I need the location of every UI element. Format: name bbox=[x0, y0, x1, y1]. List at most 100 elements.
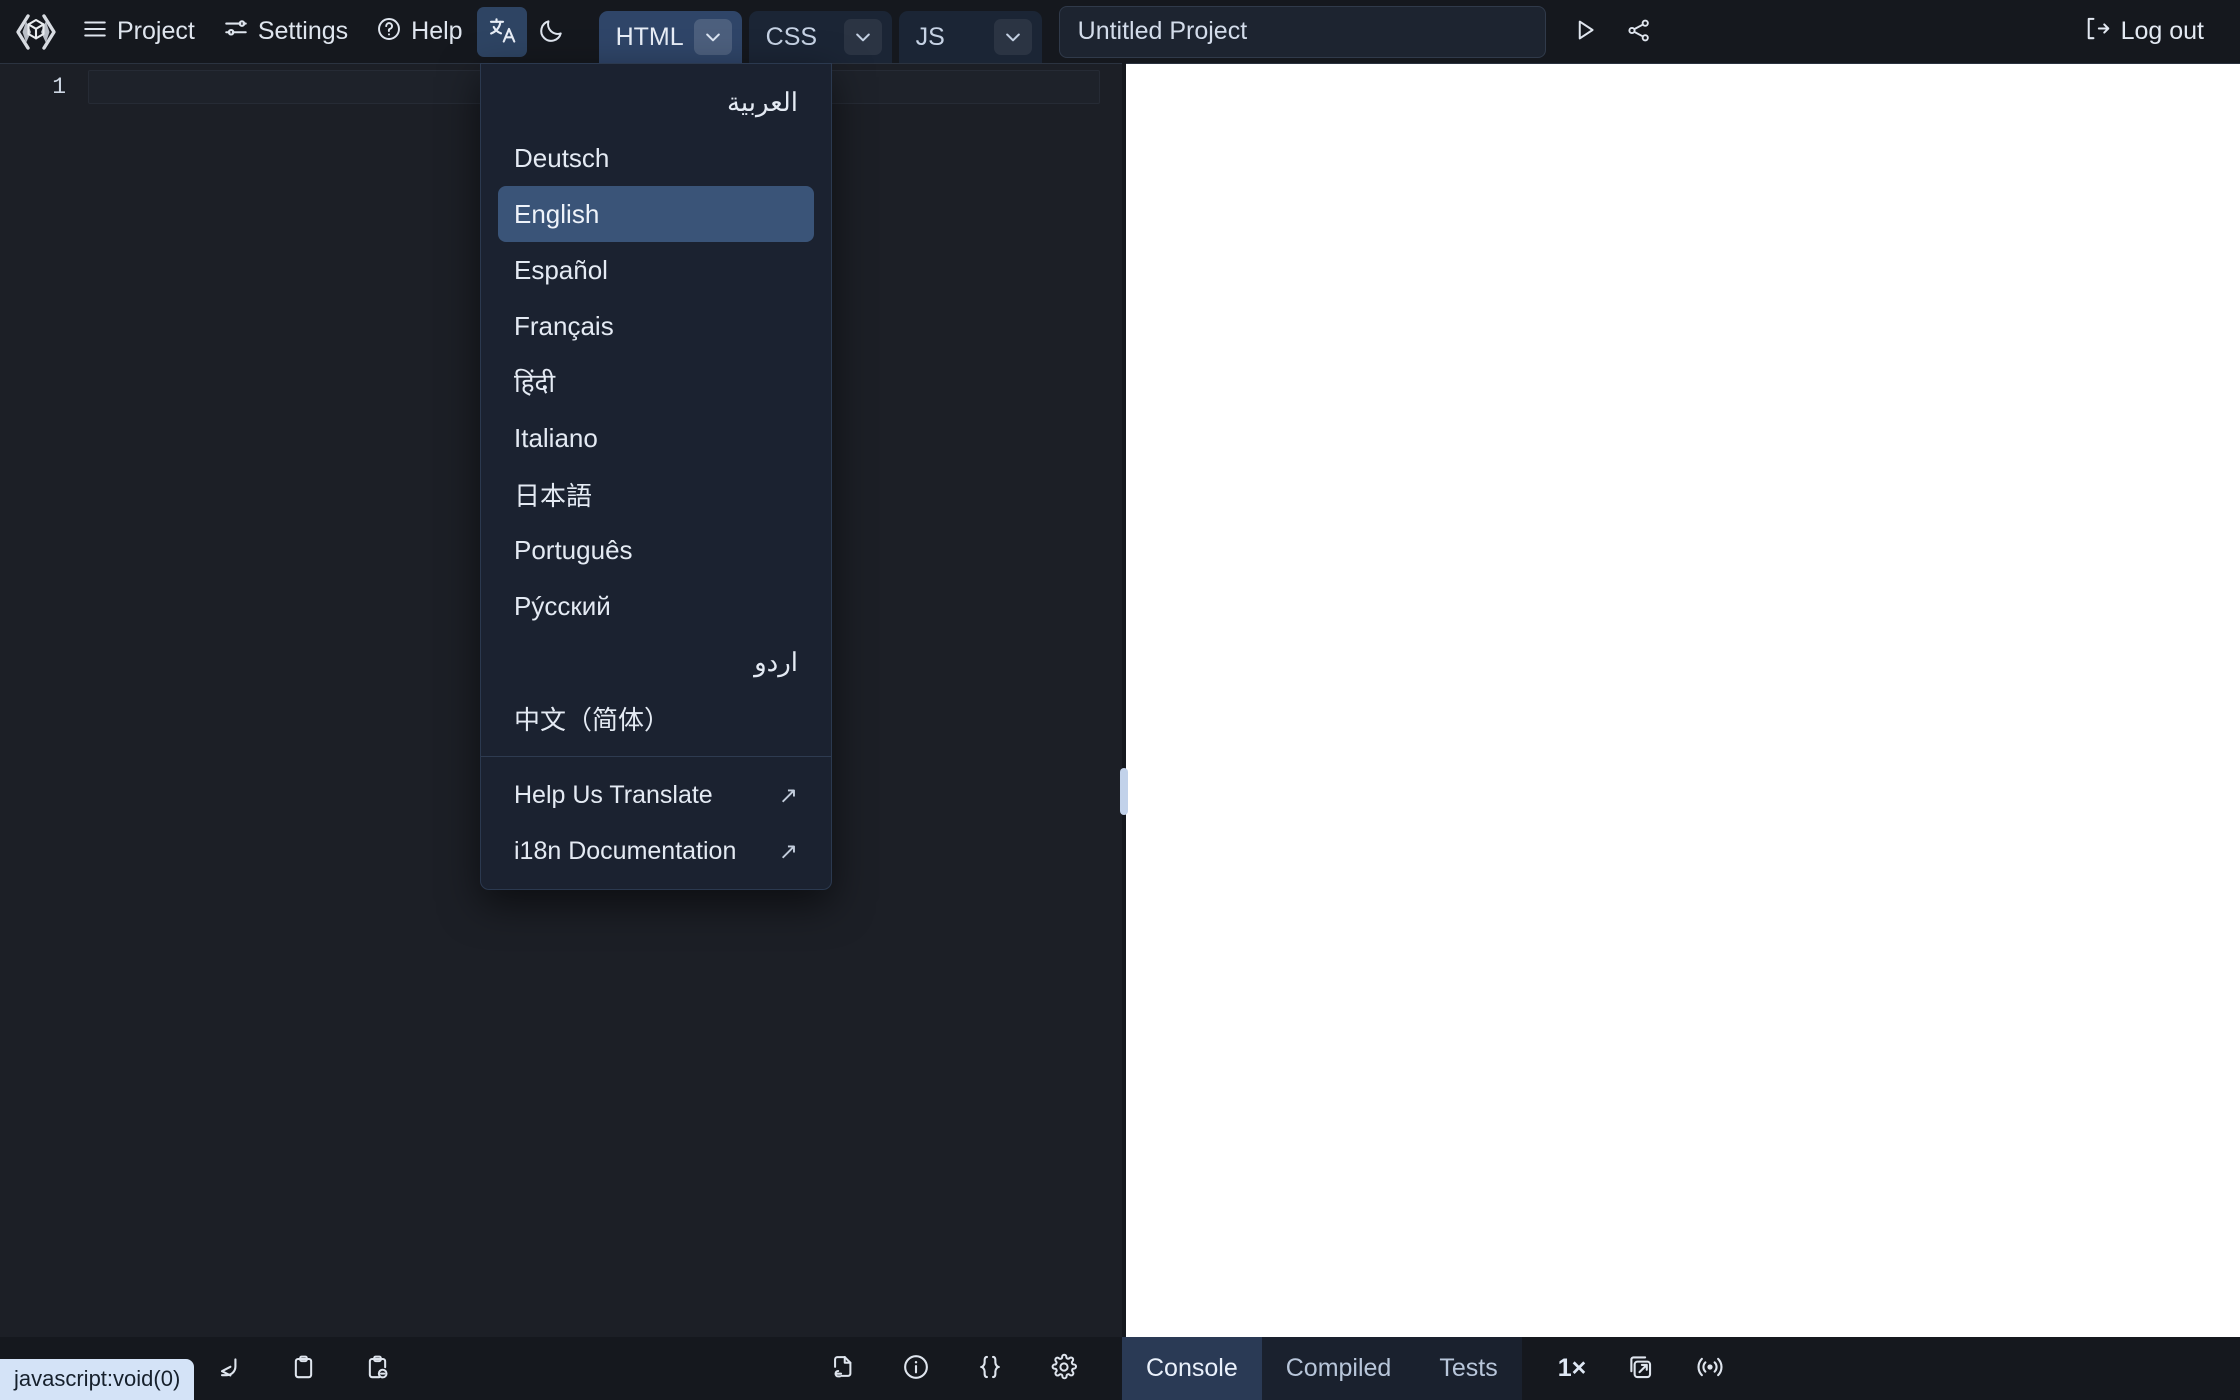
preview-extra-controls: 1× bbox=[1550, 1345, 1735, 1393]
logout-button[interactable]: Log out bbox=[2070, 8, 2226, 56]
code-cube-logo[interactable] bbox=[10, 6, 62, 58]
clipboard-link-icon bbox=[364, 1354, 391, 1384]
top-toolbar: Project Settings Help HTML CSS JS Untitl… bbox=[0, 0, 2240, 63]
i18n-documentation-label: i18n Documentation bbox=[514, 836, 737, 865]
project-menu-label: Project bbox=[117, 17, 195, 45]
line-number: 1 bbox=[52, 74, 66, 100]
tab-console[interactable]: Console bbox=[1122, 1337, 1262, 1400]
tab-html-label: HTML bbox=[615, 22, 684, 51]
chevron-down-icon[interactable] bbox=[843, 19, 882, 55]
language-dropdown-menu: العربية Deutsch English Español Français… bbox=[480, 63, 832, 890]
main-split: 1 bbox=[0, 63, 2240, 1337]
language-option-zh[interactable]: 中文（简体） bbox=[498, 690, 814, 746]
language-option-en[interactable]: English bbox=[498, 186, 814, 242]
clipboard-icon bbox=[290, 1354, 317, 1384]
language-option-ja[interactable]: 日本語 bbox=[498, 466, 814, 522]
share-button[interactable] bbox=[1614, 7, 1664, 57]
language-option-hi[interactable]: हिंदी bbox=[498, 354, 814, 410]
language-option-label: 中文（简体） bbox=[514, 704, 671, 735]
redo-icon-button[interactable] bbox=[205, 1345, 253, 1393]
clipboard-link-icon-button[interactable] bbox=[353, 1345, 401, 1393]
language-tab-strip: HTML CSS JS bbox=[598, 0, 1042, 63]
braces-icon bbox=[976, 1353, 1004, 1384]
language-option-label: Español bbox=[514, 254, 608, 285]
help-menu-button[interactable]: Help bbox=[362, 9, 476, 55]
language-option-label: 日本語 bbox=[514, 480, 593, 511]
tab-js-label: JS bbox=[915, 22, 945, 51]
logout-label: Log out bbox=[2120, 17, 2204, 45]
tab-html[interactable]: HTML bbox=[598, 11, 742, 63]
help-us-translate-link[interactable]: Help Us Translate ↗ bbox=[498, 767, 814, 823]
tab-css-label: CSS bbox=[765, 22, 818, 51]
tab-console-label: Console bbox=[1146, 1354, 1238, 1382]
pane-resize-handle[interactable] bbox=[1120, 768, 1128, 815]
editor-tool-icons bbox=[818, 1345, 1088, 1393]
theme-toggle-button[interactable] bbox=[527, 7, 577, 57]
line-number-gutter: 1 bbox=[0, 64, 88, 1337]
settings-menu-label: Settings bbox=[257, 17, 349, 45]
translate-icon-button[interactable] bbox=[476, 6, 527, 57]
zoom-level-badge[interactable]: 1× bbox=[1550, 1348, 1595, 1389]
language-option-es[interactable]: Español bbox=[498, 242, 814, 298]
language-option-label: Português bbox=[514, 534, 633, 565]
editor-history-icons bbox=[205, 1345, 401, 1393]
sliders-icon bbox=[223, 16, 249, 47]
project-menu-button[interactable]: Project bbox=[68, 9, 209, 55]
language-option-pt[interactable]: Português bbox=[498, 522, 814, 578]
language-option-de[interactable]: Deutsch bbox=[498, 130, 814, 186]
gear-icon-button[interactable] bbox=[1040, 1345, 1088, 1393]
tab-compiled[interactable]: Compiled bbox=[1262, 1337, 1416, 1400]
preview-iframe-pane[interactable] bbox=[1126, 63, 2240, 1337]
braces-icon-button[interactable] bbox=[966, 1345, 1014, 1393]
info-icon-button[interactable] bbox=[892, 1345, 940, 1393]
logout-icon bbox=[2084, 15, 2111, 49]
settings-menu-button[interactable]: Settings bbox=[209, 9, 362, 55]
run-button[interactable] bbox=[1560, 7, 1610, 57]
language-menu-links: Help Us Translate ↗ i18n Documentation ↗ bbox=[481, 767, 831, 879]
bottom-bar: Console Compiled Tests 1× bbox=[0, 1337, 2240, 1400]
file-link-icon bbox=[829, 1354, 856, 1384]
language-option-label: Deutsch bbox=[514, 142, 610, 173]
language-option-label: Français bbox=[514, 310, 614, 341]
translate-icon bbox=[487, 15, 517, 48]
language-option-label: English bbox=[514, 198, 600, 229]
tab-tests[interactable]: Tests bbox=[1415, 1337, 1521, 1400]
language-option-label: Рýсский bbox=[514, 590, 611, 621]
preview-status-bar: Console Compiled Tests 1× bbox=[1122, 1337, 2240, 1400]
tab-css[interactable]: CSS bbox=[748, 11, 892, 63]
external-link-icon: ↗ bbox=[778, 837, 798, 864]
output-panel-tabs: Console Compiled Tests bbox=[1122, 1337, 1522, 1400]
i18n-documentation-link[interactable]: i18n Documentation ↗ bbox=[498, 823, 814, 879]
language-option-it[interactable]: Italiano bbox=[498, 410, 814, 466]
language-option-ur[interactable]: اردو bbox=[498, 634, 814, 690]
language-option-ru[interactable]: Рýсский bbox=[498, 578, 814, 634]
share-icon bbox=[1625, 17, 1652, 47]
project-title-wrapper bbox=[1058, 5, 1546, 58]
language-option-label: हिंदी bbox=[514, 368, 556, 398]
chevron-down-icon[interactable] bbox=[693, 19, 732, 55]
tab-js[interactable]: JS bbox=[898, 11, 1042, 63]
toolbar-action-icons bbox=[1560, 7, 1664, 57]
menu-divider bbox=[481, 756, 831, 757]
play-icon bbox=[1571, 16, 1599, 47]
file-link-icon-button[interactable] bbox=[818, 1345, 866, 1393]
redo-icon bbox=[215, 1353, 243, 1384]
language-option-ar[interactable]: العربية bbox=[498, 74, 814, 130]
external-link-icon: ↗ bbox=[778, 781, 798, 808]
language-option-label: Italiano bbox=[514, 422, 598, 453]
help-us-translate-label: Help Us Translate bbox=[514, 780, 713, 809]
clipboard-icon-button[interactable] bbox=[279, 1345, 327, 1393]
language-option-list: العربية Deutsch English Español Français… bbox=[481, 74, 831, 746]
gear-icon bbox=[1050, 1353, 1078, 1384]
app-root: Project Settings Help HTML CSS JS Untitl… bbox=[0, 0, 2240, 1400]
info-icon bbox=[902, 1353, 930, 1384]
project-title-input[interactable] bbox=[1058, 5, 1546, 58]
live-broadcast-icon bbox=[1695, 1352, 1725, 1385]
open-external-icon-button[interactable] bbox=[1616, 1345, 1664, 1393]
pane-resize-divider[interactable] bbox=[1120, 63, 1128, 1337]
chevron-down-icon[interactable] bbox=[993, 19, 1032, 55]
language-option-fr[interactable]: Français bbox=[498, 298, 814, 354]
live-broadcast-icon-button[interactable] bbox=[1686, 1345, 1734, 1393]
language-option-label: العربية bbox=[726, 86, 798, 117]
browser-status-tooltip: javascript:void(0) bbox=[0, 1359, 195, 1400]
